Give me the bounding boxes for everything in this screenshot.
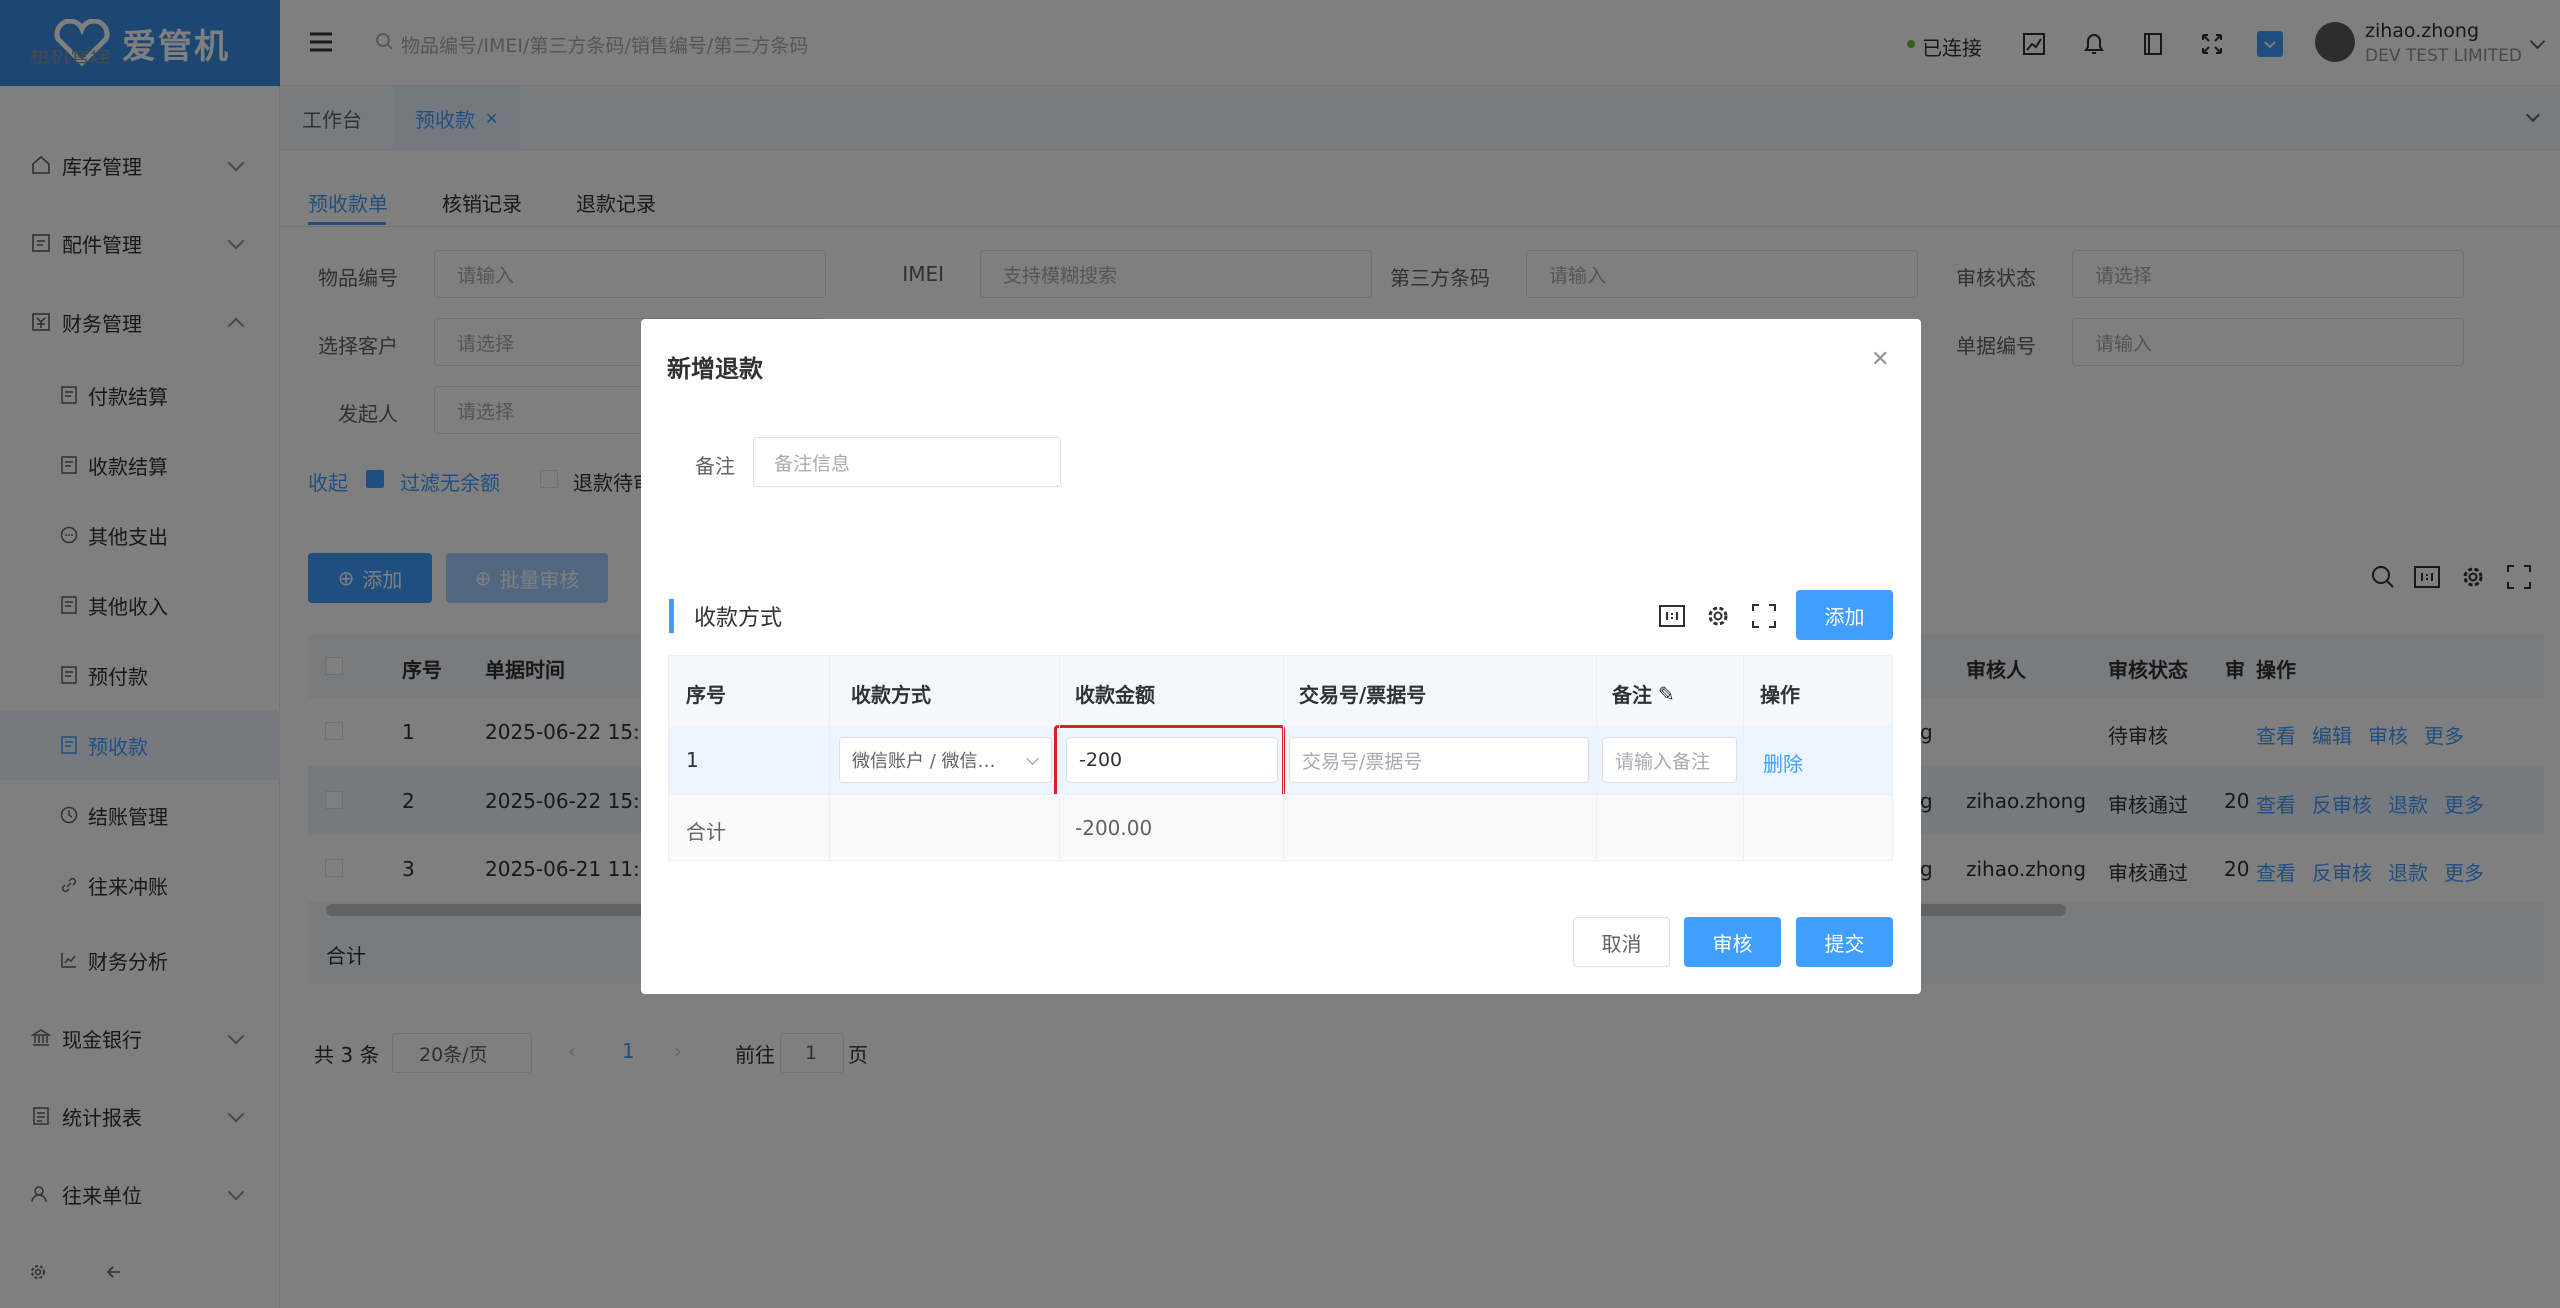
- audit-button[interactable]: 审核: [1684, 917, 1781, 967]
- section-accent-bar: [669, 599, 674, 633]
- section-title: 收款方式: [694, 606, 783, 631]
- col-divider: [1743, 656, 1744, 860]
- col-remark-header: 备注 ✎: [1612, 681, 1675, 708]
- density-icon[interactable]: [1659, 604, 1685, 633]
- col-divider: [829, 656, 830, 860]
- row-remark-input[interactable]: 请输入备注: [1602, 737, 1737, 783]
- col-amount-header: 收款金额: [1075, 683, 1155, 707]
- col-method-header: 收款方式: [851, 683, 931, 707]
- cancel-button[interactable]: 取消: [1573, 917, 1670, 967]
- sum-label: 合计: [686, 820, 726, 844]
- row-seq: 1: [686, 748, 699, 772]
- payment-table: 序号 收款方式 收款金额 交易号/票据号 备注 ✎ 操作 1 微信账户 / 微信……: [668, 655, 1893, 861]
- col-divider: [1596, 656, 1597, 860]
- chevron-down-icon: [1026, 752, 1039, 765]
- delete-link[interactable]: 删除: [1763, 748, 1803, 777]
- col-divider: [1059, 656, 1060, 860]
- trade-no-input[interactable]: 交易号/票据号: [1289, 737, 1589, 783]
- dialog-title: 新增退款: [667, 355, 763, 383]
- add-refund-dialog: 新增退款 ✕ 备注 备注信息 收款方式 添加 序号 收款方式 收款金额 交易号/…: [641, 319, 1921, 994]
- col-divider: [1283, 656, 1284, 860]
- payment-method-select[interactable]: 微信账户 / 微信…: [839, 737, 1052, 783]
- table-summary-row: [669, 795, 1892, 860]
- close-icon[interactable]: ✕: [1871, 347, 1889, 372]
- col-seq-header: 序号: [686, 683, 726, 707]
- fullscreen-icon[interactable]: [1751, 603, 1777, 634]
- gear-icon[interactable]: [1705, 603, 1731, 634]
- col-trade-no-header: 交易号/票据号: [1299, 683, 1427, 707]
- submit-button[interactable]: 提交: [1796, 917, 1893, 967]
- col-ops-header: 操作: [1760, 683, 1800, 707]
- remark-label: 备注: [695, 454, 735, 478]
- remark-input[interactable]: 备注信息: [753, 437, 1061, 487]
- add-payment-button[interactable]: 添加: [1796, 590, 1893, 640]
- edit-pencil-icon[interactable]: ✎: [1658, 682, 1675, 706]
- sum-amount: -200.00: [1075, 816, 1153, 840]
